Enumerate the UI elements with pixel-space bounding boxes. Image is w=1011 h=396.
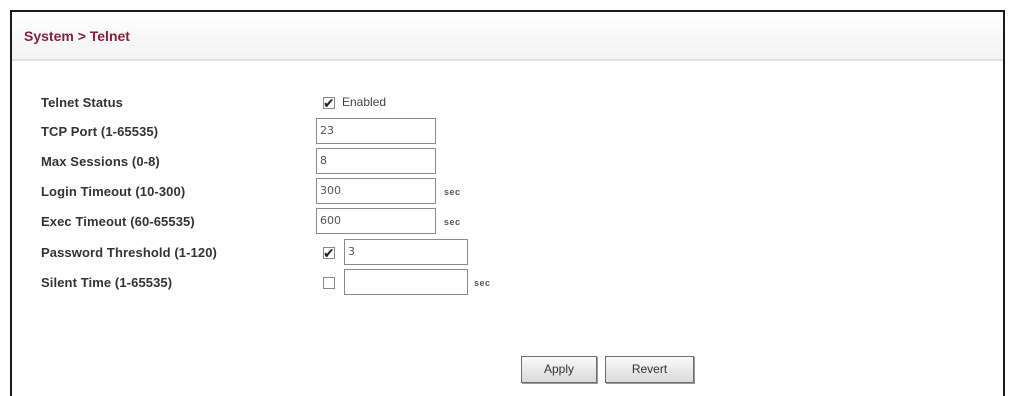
max-sessions-row: Max Sessions (0-8) 8 xyxy=(12,148,1003,176)
silent-time-checkbox[interactable] xyxy=(323,277,335,289)
silent-time-row: Silent Time (1-65535) sec xyxy=(12,269,1003,297)
tcp-port-input[interactable]: 23 xyxy=(316,118,436,144)
login-timeout-unit: sec xyxy=(444,187,461,197)
exec-timeout-label: Exec Timeout (60-65535) xyxy=(41,214,195,229)
telnet-status-row: Telnet Status Enabled xyxy=(12,89,1003,117)
exec-timeout-input[interactable]: 600 xyxy=(316,208,436,234)
breadcrumb[interactable]: System > Telnet xyxy=(24,28,130,44)
password-threshold-checkbox[interactable] xyxy=(323,243,335,263)
exec-timeout-unit: sec xyxy=(444,217,461,227)
apply-button[interactable]: Apply xyxy=(521,356,597,383)
revert-button[interactable]: Revert xyxy=(605,356,694,383)
max-sessions-input[interactable]: 8 xyxy=(316,148,436,174)
telnet-status-label: Telnet Status xyxy=(41,95,123,110)
telnet-status-checkbox[interactable] xyxy=(323,93,335,113)
password-threshold-row: Password Threshold (1-120) 3 xyxy=(12,239,1003,267)
login-timeout-row: Login Timeout (10-300) 300 sec xyxy=(12,178,1003,206)
silent-time-unit: sec xyxy=(474,278,491,288)
login-timeout-label: Login Timeout (10-300) xyxy=(41,184,186,199)
tcp-port-label: TCP Port (1-65535) xyxy=(41,124,159,139)
login-timeout-input[interactable]: 300 xyxy=(316,178,436,204)
max-sessions-label: Max Sessions (0-8) xyxy=(41,154,160,169)
silent-time-label: Silent Time (1-65535) xyxy=(41,275,173,290)
enabled-label: Enabled xyxy=(342,95,387,109)
page-header: System > Telnet xyxy=(12,12,1003,61)
password-threshold-label: Password Threshold (1-120) xyxy=(41,245,217,260)
silent-time-input[interactable] xyxy=(344,269,468,295)
password-threshold-input[interactable]: 3 xyxy=(344,239,468,265)
telnet-panel: System > Telnet Telnet Status Enabled TC… xyxy=(10,10,1005,396)
exec-timeout-row: Exec Timeout (60-65535) 600 sec xyxy=(12,208,1003,236)
tcp-port-row: TCP Port (1-65535) 23 xyxy=(12,118,1003,146)
